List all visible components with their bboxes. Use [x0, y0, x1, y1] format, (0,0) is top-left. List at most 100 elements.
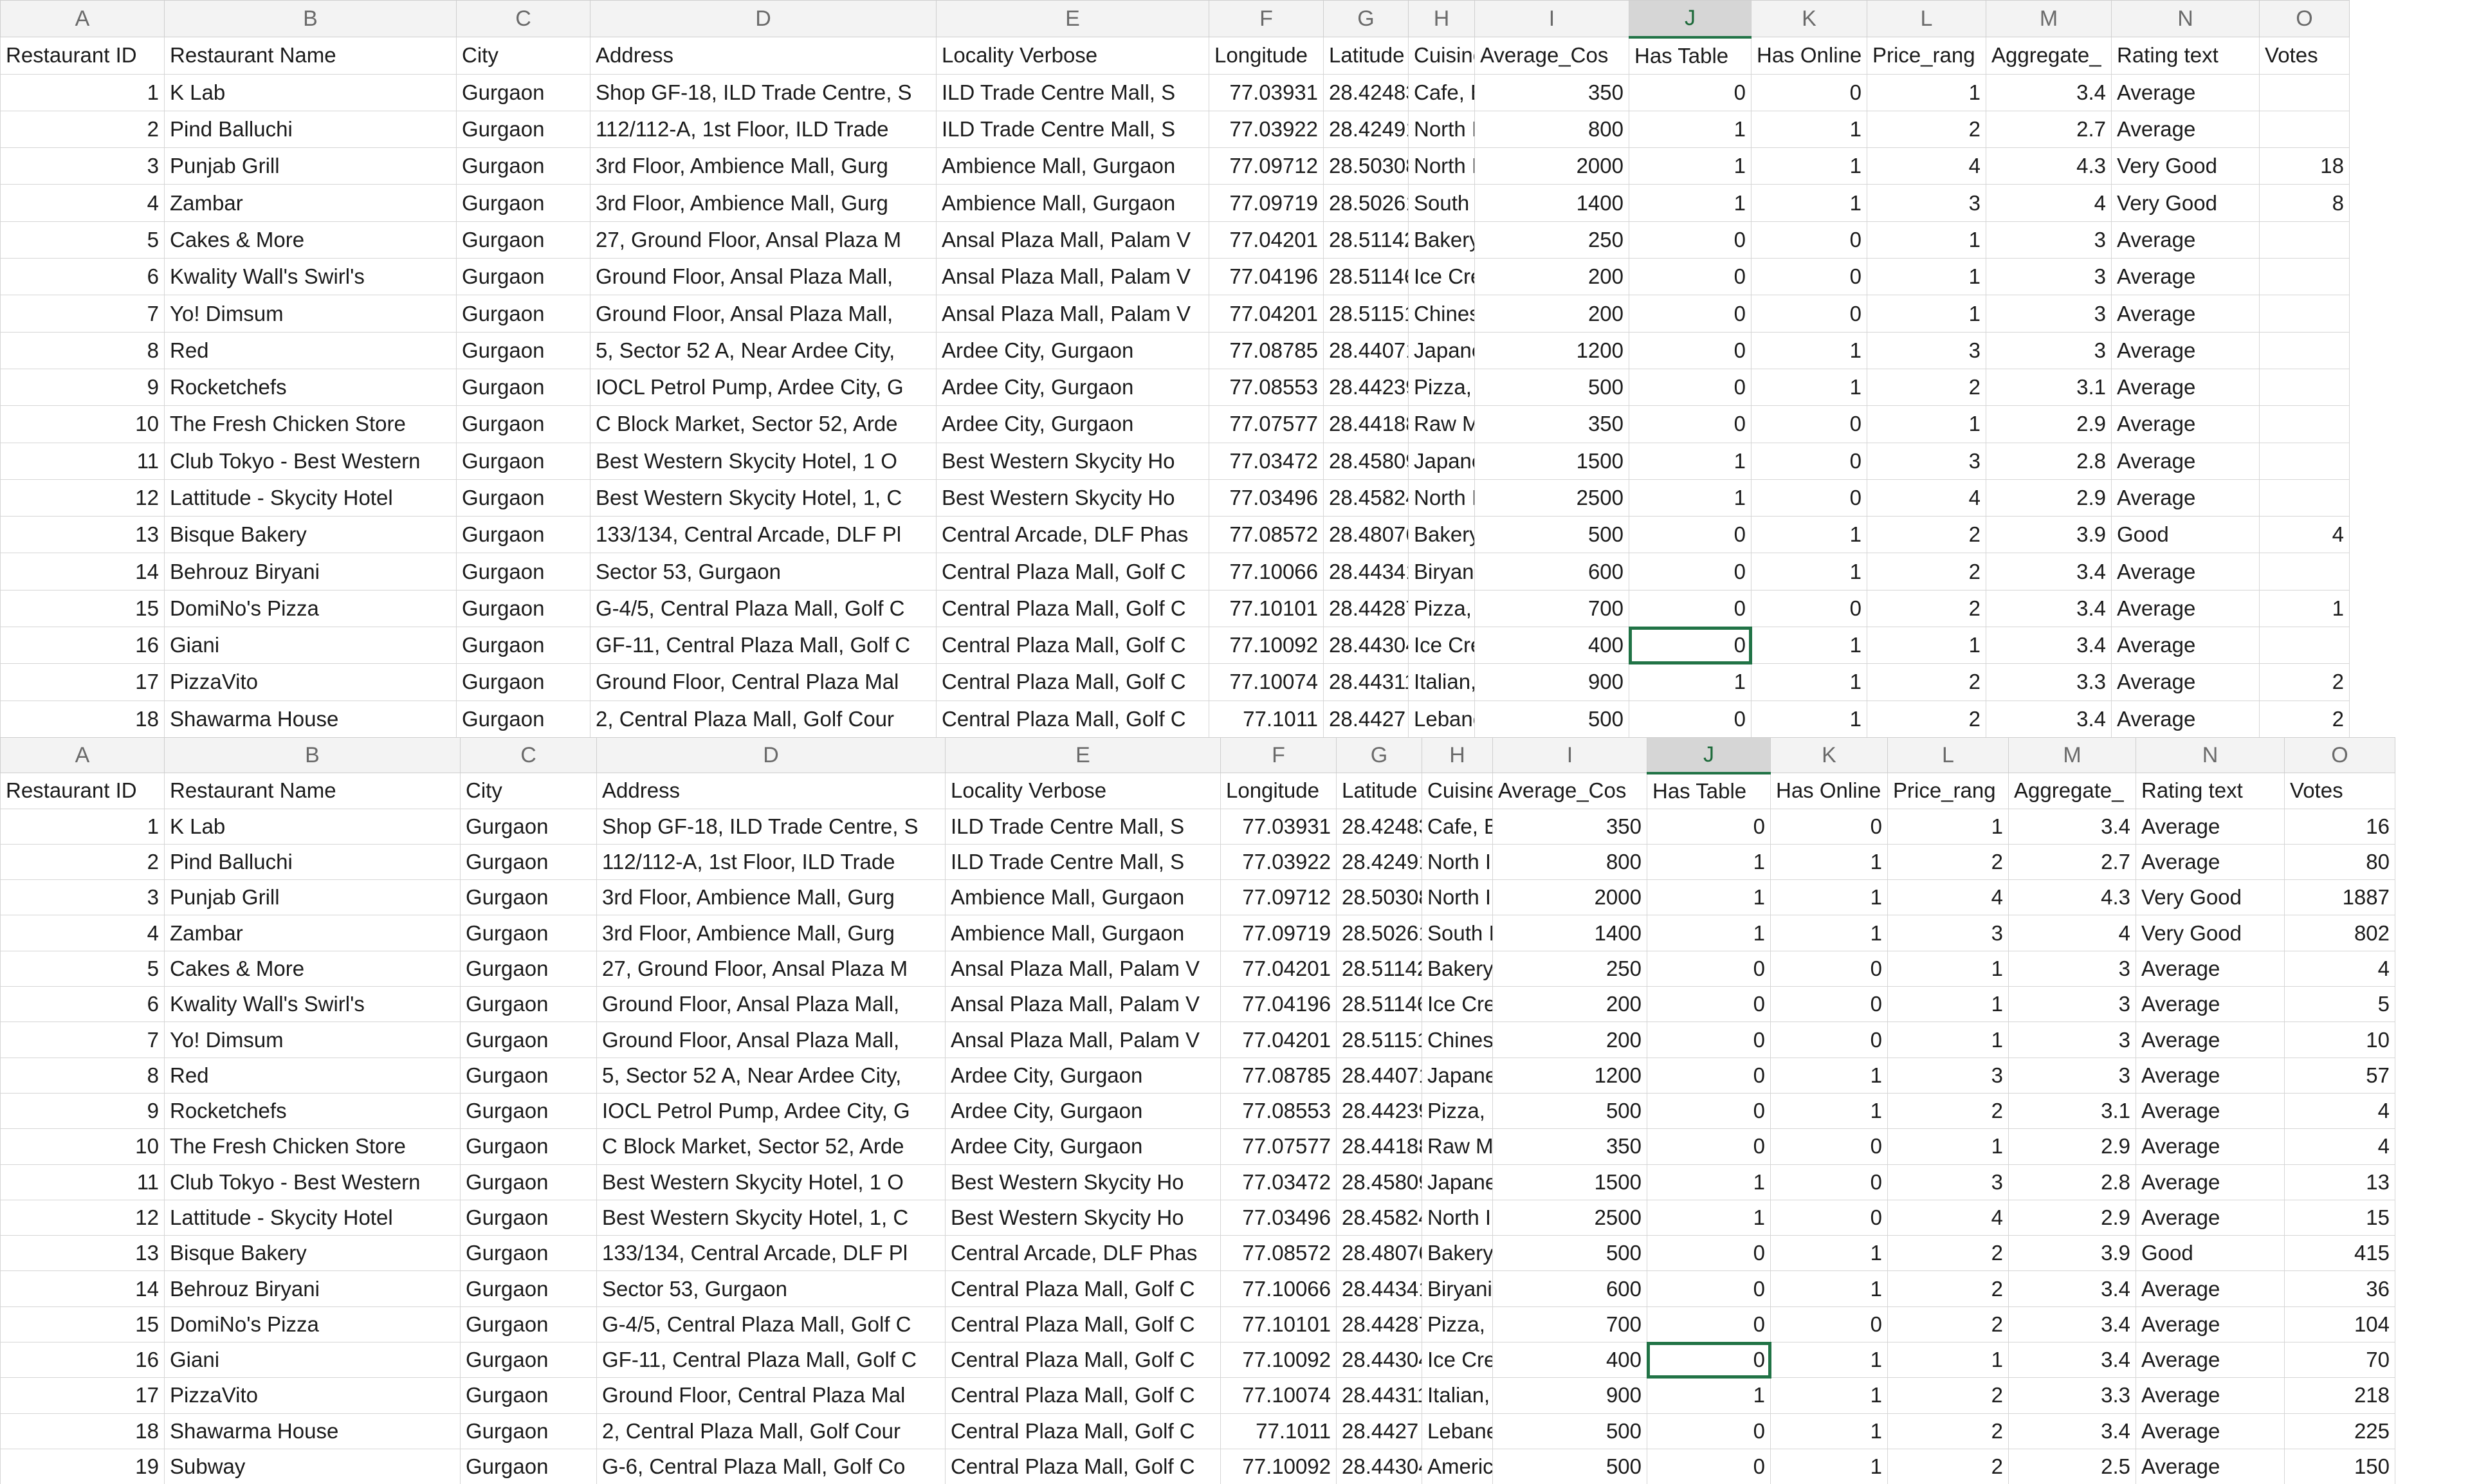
cell-average-cos[interactable]: 250	[1474, 221, 1629, 259]
cell-price-rang[interactable]: 3	[1887, 915, 2009, 951]
cell-address[interactable]: Ground Floor, Ansal Plaza Mall,	[590, 258, 937, 296]
cell-votes[interactable]	[2259, 258, 2350, 296]
cell-has-online[interactable]: 1	[1751, 147, 1867, 185]
cell-has-table[interactable]: 0	[1647, 1448, 1771, 1484]
cell-latitude[interactable]: 28.44287	[1336, 1306, 1422, 1343]
field-header-aggregate[interactable]: Aggregate_	[2008, 773, 2136, 809]
cell-votes[interactable]	[2259, 110, 2350, 149]
cell-address[interactable]: 112/112-A, 1st Floor, ILD Trade	[590, 110, 937, 149]
cell-has-online[interactable]: 1	[1770, 1057, 1888, 1094]
cell-average-cos[interactable]: 1200	[1492, 1057, 1647, 1094]
cell-city[interactable]: Gurgaon	[460, 879, 597, 916]
cell-restaurant-id[interactable]: 10	[0, 1128, 165, 1165]
cell-restaurant-id[interactable]: 1	[0, 808, 165, 845]
cell-address[interactable]: Ground Floor, Ansal Plaza Mall,	[590, 295, 937, 333]
cell-locality-verbose[interactable]: Best Western Skycity Ho	[945, 1199, 1221, 1236]
cell-votes[interactable]: 415	[2284, 1235, 2395, 1272]
cell-latitude[interactable]: 28.45809	[1323, 442, 1409, 480]
cell-cuisines[interactable]: Chinese	[1408, 295, 1475, 333]
column-header-d[interactable]: D	[596, 737, 946, 774]
cell-rating-text[interactable]: Very Good	[2111, 184, 2260, 222]
cell-rating-text[interactable]: Average	[2136, 1128, 2285, 1165]
cell-has-table[interactable]: 0	[1647, 808, 1771, 845]
cell-longitude[interactable]: 77.10066	[1209, 553, 1324, 591]
cell-city[interactable]: Gurgaon	[460, 808, 597, 845]
column-header-i[interactable]: I	[1492, 737, 1647, 774]
cell-longitude[interactable]: 77.08572	[1209, 516, 1324, 554]
cell-cuisines[interactable]: Chinese	[1422, 1021, 1493, 1058]
cell-address[interactable]: 3rd Floor, Ambience Mall, Gurg	[590, 147, 937, 185]
cell-longitude[interactable]: 77.03922	[1209, 110, 1324, 149]
column-header-m[interactable]: M	[2008, 737, 2136, 774]
cell-price-rang[interactable]: 1	[1867, 405, 1986, 443]
field-header-restaurant-id[interactable]: Restaurant ID	[0, 37, 165, 75]
cell-city[interactable]: Gurgaon	[460, 1448, 597, 1484]
cell-price-rang[interactable]: 3	[1867, 442, 1986, 480]
cell-has-table[interactable]: 1	[1629, 147, 1752, 185]
cell-cuisines[interactable]: Bakery, Fa	[1408, 516, 1475, 554]
field-header-price-rang[interactable]: Price_rang	[1887, 773, 2009, 809]
field-header-longitude[interactable]: Longitude	[1209, 37, 1324, 75]
cell-longitude[interactable]: 77.1011	[1220, 1413, 1337, 1449]
column-header-c[interactable]: C	[456, 0, 590, 38]
cell-has-online[interactable]: 1	[1770, 1270, 1888, 1307]
cell-has-table[interactable]: 1	[1647, 1199, 1771, 1236]
column-header-k[interactable]: K	[1751, 0, 1867, 38]
cell-locality-verbose[interactable]: Central Plaza Mall, Golf C	[936, 700, 1209, 737]
cell-average-cos[interactable]: 350	[1492, 1128, 1647, 1165]
field-header-city[interactable]: City	[456, 37, 590, 75]
cell-average-cos[interactable]: 2000	[1474, 147, 1629, 185]
field-header-address[interactable]: Address	[596, 773, 946, 809]
cell-address[interactable]: G-4/5, Central Plaza Mall, Golf C	[590, 589, 937, 628]
field-header-aggregate[interactable]: Aggregate_	[1986, 37, 2112, 75]
cell-rating-text[interactable]: Average	[2111, 442, 2260, 480]
cell-has-online[interactable]: 0	[1751, 589, 1867, 628]
field-header-price-rang[interactable]: Price_rang	[1867, 37, 1986, 75]
cell-rating-text[interactable]: Average	[2111, 700, 2260, 737]
cell-cuisines[interactable]: Italian, Piz	[1422, 1377, 1493, 1414]
cell-aggregate[interactable]: 3	[1986, 295, 2112, 333]
cell-cuisines[interactable]: Bakery	[1422, 950, 1493, 987]
cell-longitude[interactable]: 77.10101	[1209, 589, 1324, 628]
cell-restaurant-id[interactable]: 14	[0, 1270, 165, 1307]
field-header-restaurant-name[interactable]: Restaurant Name	[164, 773, 461, 809]
column-header-k[interactable]: K	[1770, 737, 1888, 774]
cell-restaurant-id[interactable]: 17	[0, 663, 165, 701]
cell-aggregate[interactable]: 3	[2008, 1021, 2136, 1058]
cell-aggregate[interactable]: 2.9	[2008, 1199, 2136, 1236]
cell-price-rang[interactable]: 2	[1887, 1413, 2009, 1449]
cell-city[interactable]: Gurgaon	[456, 368, 590, 407]
cell-latitude[interactable]: 28.50308	[1336, 879, 1422, 916]
cell-has-online[interactable]: 1	[1751, 110, 1867, 149]
cell-has-table[interactable]: 1	[1629, 479, 1752, 517]
column-header-e[interactable]: E	[945, 737, 1221, 774]
cell-cuisines[interactable]: Ice Cream,	[1408, 627, 1475, 664]
cell-address[interactable]: Ground Floor, Central Plaza Mal	[590, 663, 937, 701]
field-header-has-table[interactable]: Has Table	[1647, 773, 1771, 809]
cell-has-table[interactable]: 0	[1629, 589, 1752, 628]
cell-longitude[interactable]: 77.07577	[1220, 1128, 1337, 1165]
cell-aggregate[interactable]: 2.7	[1986, 110, 2112, 149]
cell-rating-text[interactable]: Very Good	[2136, 879, 2285, 916]
cell-locality-verbose[interactable]: Central Plaza Mall, Golf C	[945, 1306, 1221, 1343]
cell-average-cos[interactable]: 600	[1474, 553, 1629, 591]
cell-locality-verbose[interactable]: Central Plaza Mall, Golf C	[936, 663, 1209, 701]
cell-average-cos[interactable]: 1500	[1474, 442, 1629, 480]
cell-rating-text[interactable]: Average	[2111, 479, 2260, 517]
cell-votes[interactable]: 4	[2259, 516, 2350, 554]
cell-longitude[interactable]: 77.04201	[1220, 950, 1337, 987]
cell-average-cos[interactable]: 800	[1474, 110, 1629, 149]
column-header-m[interactable]: M	[1986, 0, 2112, 38]
cell-cuisines[interactable]: North Indi.	[1408, 479, 1475, 517]
cell-has-online[interactable]: 0	[1770, 1021, 1888, 1058]
cell-restaurant-id[interactable]: 9	[0, 368, 165, 407]
cell-latitude[interactable]: 28.51142	[1336, 950, 1422, 987]
cell-city[interactable]: Gurgaon	[456, 589, 590, 628]
cell-votes[interactable]	[2259, 331, 2350, 369]
cell-rating-text[interactable]: Average	[2111, 553, 2260, 591]
cell-aggregate[interactable]: 3.1	[1986, 368, 2112, 407]
cell-restaurant-id[interactable]: 5	[0, 221, 165, 259]
cell-city[interactable]: Gurgaon	[456, 221, 590, 259]
cell-price-rang[interactable]: 4	[1867, 147, 1986, 185]
cell-locality-verbose[interactable]: Central Plaza Mall, Golf C	[945, 1413, 1221, 1449]
